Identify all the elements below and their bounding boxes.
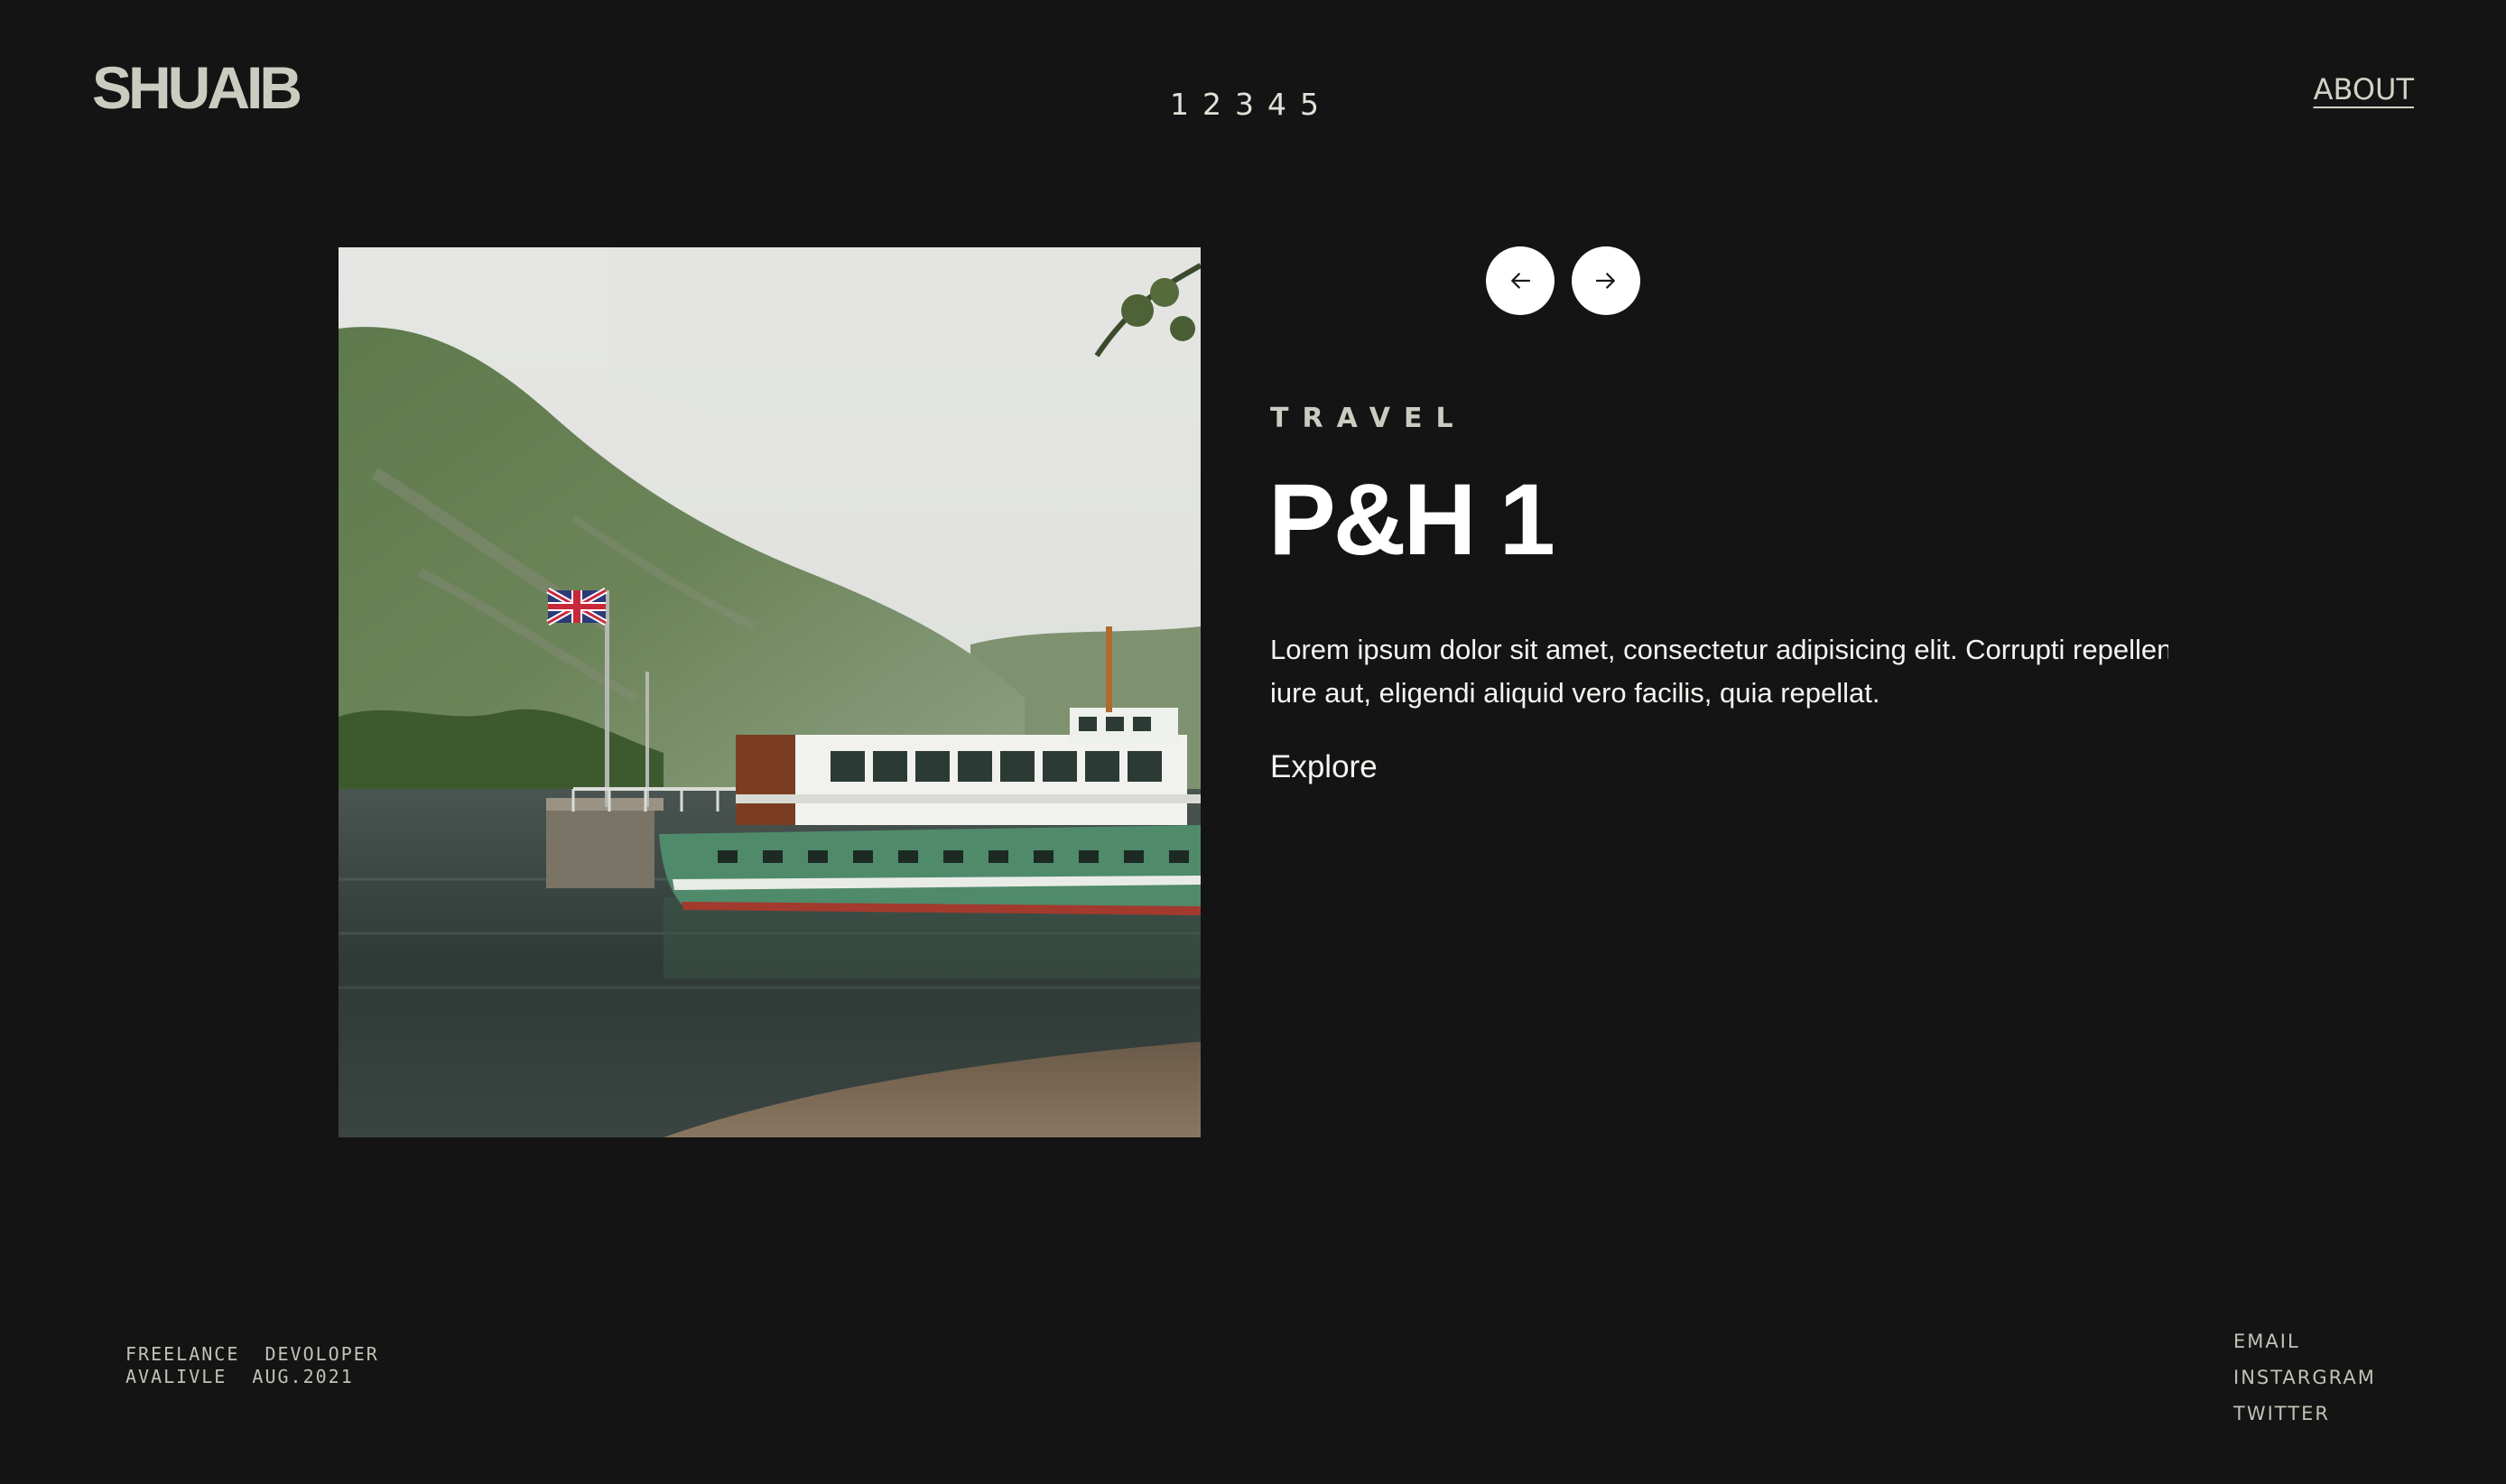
page-link-4[interactable]: 4 (1267, 87, 1287, 122)
page-link-1[interactable]: 1 (1170, 87, 1190, 122)
next-slide-button[interactable] (1572, 246, 1640, 315)
social-links: EMAIL INSTARGRAM TWITTER (2233, 1323, 2376, 1432)
hero-image (339, 247, 1201, 1137)
about-link[interactable]: ABOUT (2314, 72, 2414, 107)
footer-info-line-2: AVALIVLE AUG.2021 (125, 1366, 354, 1387)
arrow-right-icon (1595, 273, 1615, 289)
site-logo[interactable]: SHUAIB (92, 58, 302, 117)
prev-slide-button[interactable] (1486, 246, 1555, 315)
email-link[interactable]: EMAIL (2233, 1323, 2376, 1359)
page-link-3[interactable]: 3 (1235, 87, 1255, 122)
page-link-2[interactable]: 2 (1202, 87, 1222, 122)
twitter-link[interactable]: TWITTER (2233, 1396, 2376, 1432)
slide-description-line-1: Lorem ipsum dolor sit amet, consectetur … (1270, 634, 2168, 665)
footer-info: FREELANCE DEVOLOPER AVALIVLE AUG.2021 (125, 1343, 379, 1388)
page-link-5[interactable]: 5 (1300, 87, 1320, 122)
slide-description-line-2: iure aut, eligendi aliquid vero facilis,… (1270, 677, 1880, 709)
slide-category: TRAVEL (1270, 403, 1467, 434)
arrow-left-icon (1511, 273, 1531, 289)
slide-description: Lorem ipsum dolor sit amet, consectetur … (1270, 628, 2168, 722)
explore-link[interactable]: Explore (1270, 749, 1378, 785)
slide-title: P&H 1 (1268, 463, 1555, 576)
instagram-link[interactable]: INSTARGRAM (2233, 1359, 2376, 1396)
footer-info-line-1: FREELANCE DEVOLOPER (125, 1343, 379, 1365)
slide-pagination: 1 2 3 4 5 (1170, 87, 1320, 122)
